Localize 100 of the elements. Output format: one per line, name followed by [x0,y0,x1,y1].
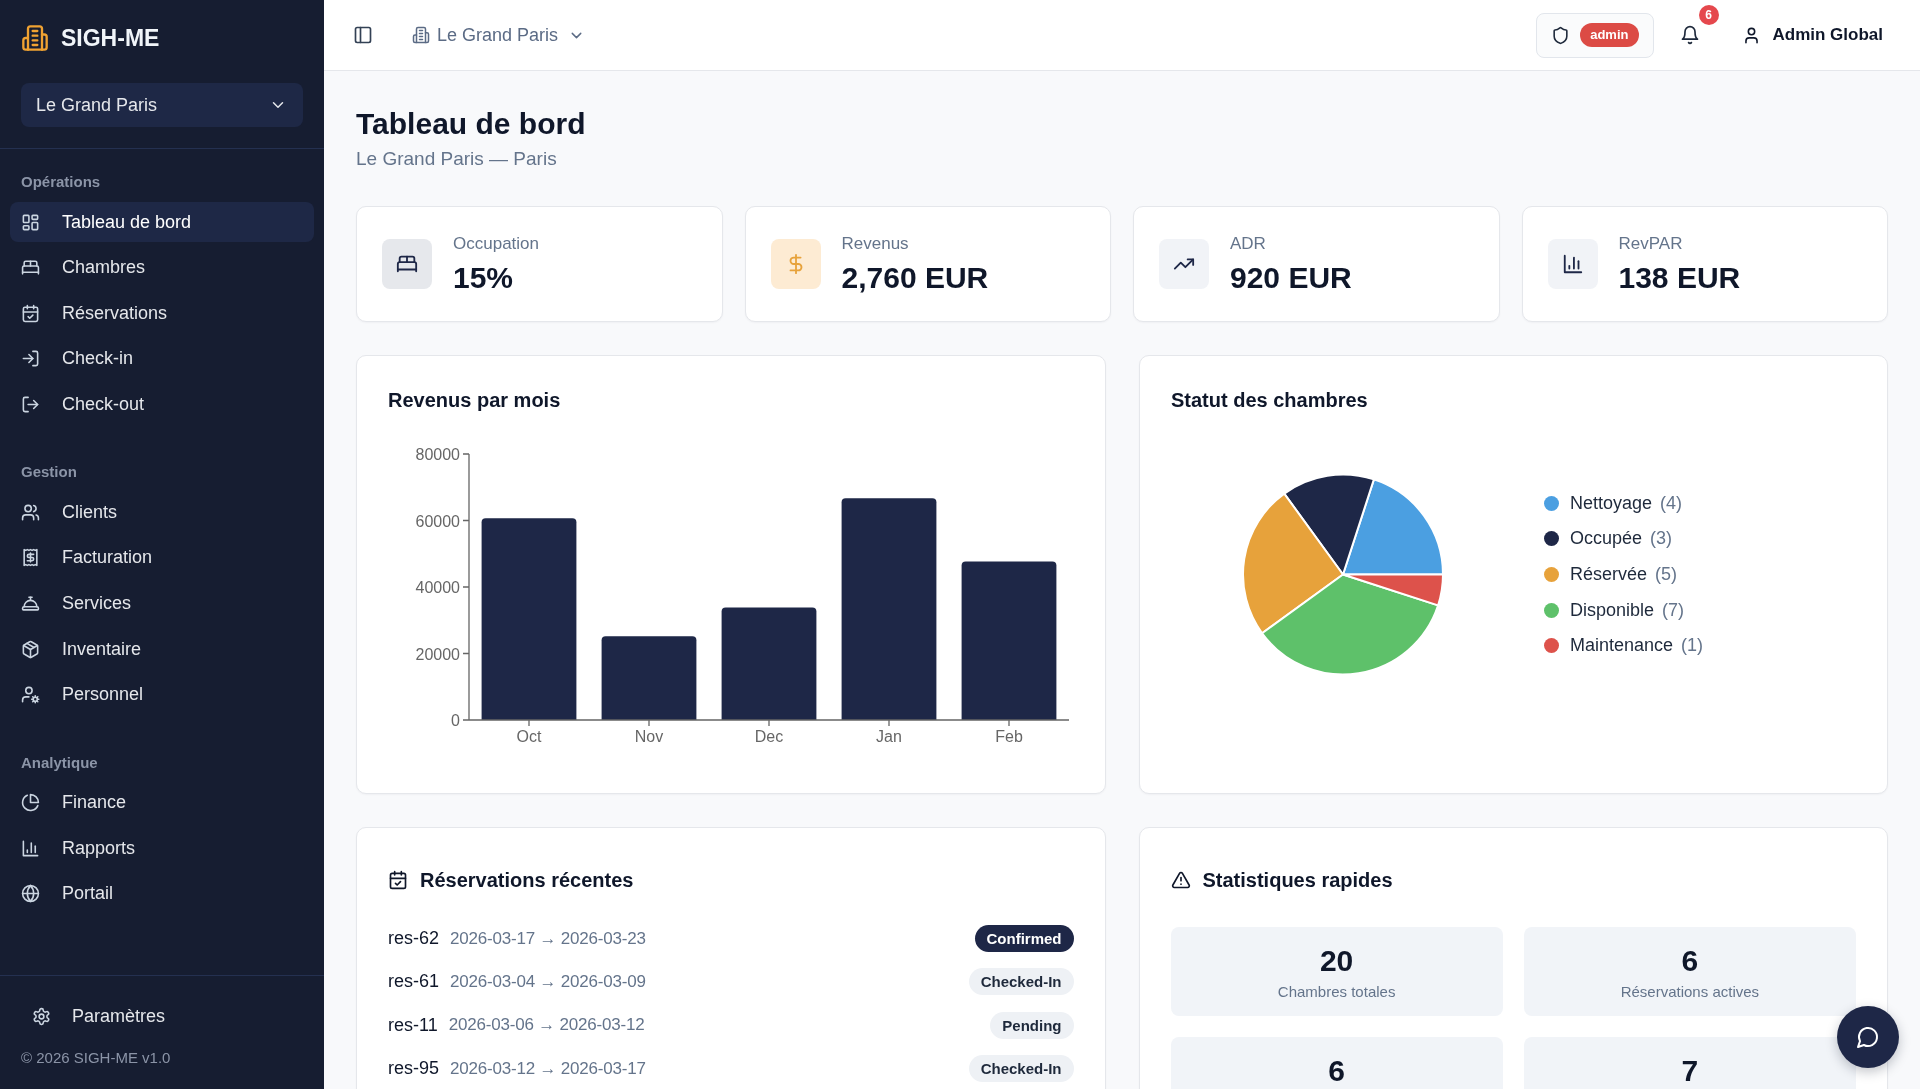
stat-value: 15% [453,260,514,296]
legend-count: (5) [1655,563,1678,586]
reservation-id: res-61 [388,970,440,994]
bar-chart-icon [1547,239,1598,289]
settings-link[interactable]: Paramètres [21,1000,303,1032]
axis-tick-label: Jan [876,728,902,745]
user-gear-icon [21,685,40,705]
settings-icon [32,1006,51,1026]
legend-label: Occupée [1570,527,1643,551]
nav-item[interactable]: Finance [10,782,314,823]
stat-value: 920 EUR [1230,260,1352,296]
nav-item[interactable]: Services [10,583,314,624]
nav-section-heading: Analytique [20,752,98,773]
reservation-id: res-11 [388,1013,438,1037]
brand-name: SIGH-ME [61,24,160,52]
role-switcher[interactable]: admin [1536,12,1654,58]
sidebar-toggle-icon[interactable] [353,25,373,45]
pie-chart-icon [21,793,40,813]
package-icon [21,639,40,659]
stat-tile-value: 6 [1681,943,1699,979]
status-badge: Pending [990,1011,1074,1039]
nav-item[interactable]: Inventaire [10,629,314,670]
sign-in-icon [21,349,40,369]
legend-label: Réservée [1570,563,1648,586]
hotel-switcher[interactable]: Le Grand Paris [412,21,586,49]
stat-value: 2,760 EUR [841,260,989,296]
axis-tick-label: 20000 [415,645,460,663]
calendar-check-icon [21,303,40,323]
building-icon [412,26,430,44]
user-menu-button[interactable]: Admin Global [1741,22,1883,48]
nav-item[interactable]: Check-in [10,338,314,379]
legend-label: Maintenance [1570,634,1674,658]
axis-tick-label: Nov [634,728,664,745]
stat-tile-value: 20 [1319,943,1354,979]
axis-tick-label: Dec [754,728,784,745]
receipt-icon [21,548,40,568]
shield-icon [1551,25,1571,45]
reservation-id: res-95 [388,1057,440,1081]
stat-tile-value: 7 [1681,1053,1699,1089]
axis-tick-label: Feb [995,728,1023,745]
status-badge: Confirmed [974,925,1074,953]
dollar-icon [770,239,821,289]
users-icon [21,502,40,522]
bed-icon [21,258,40,278]
stat-label: Revenus [841,234,909,253]
reservation-dates: 2026-03-17 → 2026-03-23 [450,927,646,950]
page-subtitle: Le Grand Paris — Paris [356,147,557,171]
notifications-icon[interactable] [1679,25,1700,45]
stat-tile-value: 6 [1328,1053,1345,1089]
bar-chart-icon [21,838,40,858]
chat-bubble-icon [1856,1025,1880,1049]
stat-label: Occupation [453,234,539,253]
dashboard-grid-icon [21,212,40,232]
copyright-text: © 2026 SIGH-ME v1.0 [21,1048,172,1068]
nav-item[interactable]: Check-out [10,384,314,425]
legend-count: (7) [1662,598,1685,622]
card-title: Revenus par mois [388,388,561,413]
nav-section-heading: Opérations [20,172,101,192]
page-title: Tableau de bord [356,106,586,142]
axis-tick-label: 80000 [415,446,460,463]
nav-item[interactable]: Réservations [10,293,314,334]
hotel-select[interactable]: Le Grand Paris [21,83,303,127]
card-title: Statistiques rapides [1202,868,1393,893]
nav-item[interactable]: Clients [10,492,314,533]
nav-item[interactable]: Portail [10,873,314,914]
stat-value: 138 EUR [1618,260,1741,296]
nav-item[interactable]: Personnel [10,674,314,715]
status-badge: Checked-In [968,968,1074,996]
bed-icon [382,239,432,289]
service-bell-icon [21,594,40,614]
nav-section-heading: Gestion [20,462,77,483]
reservation-dates: 2026-03-12 → 2026-03-17 [450,1057,646,1080]
nav-item[interactable]: Chambres [10,247,314,288]
legend-count: (3) [1650,527,1673,551]
nav-item[interactable]: Facturation [10,537,314,578]
status-badge: Checked-In [968,1055,1074,1083]
stat-tile-label: Chambres totales [1277,982,1396,1002]
stat-label: RevPAR [1618,234,1683,253]
axis-tick-label: Oct [516,728,542,745]
axis-tick-label: 0 [451,712,460,729]
reservation-dates: 2026-03-04 → 2026-03-09 [450,971,646,994]
notification-count-badge: 6 [1698,5,1719,25]
stat-label: ADR [1230,234,1266,253]
axis-tick-label: 40000 [415,579,460,596]
nav-item[interactable]: Tableau de bord [10,202,314,242]
legend-count: (1) [1681,634,1704,658]
warning-icon [1170,870,1191,890]
globe-icon [21,884,40,904]
calendar-check-icon [388,870,408,890]
card-title: Statut des chambres [1171,388,1368,413]
card-title: Réservations récentes [420,868,634,893]
legend-label: Nettoyage [1570,491,1653,515]
axis-tick-label: 60000 [415,512,460,530]
role-badge: admin [1580,23,1639,47]
nav-item[interactable]: Rapports [10,828,314,869]
stat-tile-label: Réservations actives [1620,982,1760,1002]
building-icon [21,24,49,52]
reservation-id: res-62 [388,927,440,951]
legend-count: (4) [1660,491,1683,515]
sign-out-icon [21,394,40,414]
